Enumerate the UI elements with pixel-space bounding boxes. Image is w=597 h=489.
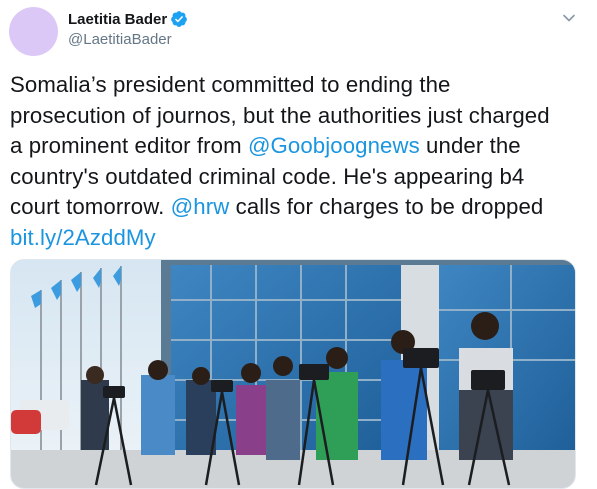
tweet-text: Somalia’s president committed to ending …: [10, 70, 590, 253]
tweet-card[interactable]: Laetitia Bader @LaetitiaBader Somalia’s …: [0, 0, 597, 489]
tweet-text-line: a prominent editor from @Goobjoognews un…: [10, 131, 590, 162]
tweet-text-segment: court tomorrow.: [10, 194, 171, 219]
tweet-text-line: country's outdated criminal code. He's a…: [10, 162, 590, 193]
tweet-text-segment: under the: [419, 133, 521, 158]
tweet-text-segment: calls for charges to be dropped: [229, 194, 544, 219]
tweet-text-segment: country's outdated criminal code. He's a…: [10, 163, 525, 189]
tweet-photo[interactable]: [10, 259, 576, 489]
tweet-text-segment: prosecution of journos, but the authorit…: [10, 102, 550, 128]
mention-link[interactable]: @hrw: [171, 194, 230, 219]
tweet-text-line: prosecution of journos, but the authorit…: [10, 101, 590, 132]
url-link[interactable]: bit.ly/2AzddMy: [10, 225, 156, 250]
mention-link[interactable]: @Goobjoognews: [248, 133, 420, 158]
author-name-row: Laetitia Bader: [68, 10, 188, 28]
tweet-text-line: Somalia’s president committed to ending …: [10, 70, 590, 101]
tweet-text-line: bit.ly/2AzddMy: [10, 223, 590, 254]
author-display-name[interactable]: Laetitia Bader: [68, 11, 167, 28]
chevron-down-icon[interactable]: [562, 11, 576, 25]
tweet-text-segment: a prominent editor from: [10, 133, 248, 158]
author-handle[interactable]: @LaetitiaBader: [68, 31, 172, 48]
avatar[interactable]: [9, 7, 58, 56]
tweet-text-line: court tomorrow. @hrw calls for charges t…: [10, 192, 590, 223]
verified-badge-icon: [171, 11, 188, 27]
tweet-text-segment: Somalia’s president committed to ending …: [10, 72, 451, 97]
